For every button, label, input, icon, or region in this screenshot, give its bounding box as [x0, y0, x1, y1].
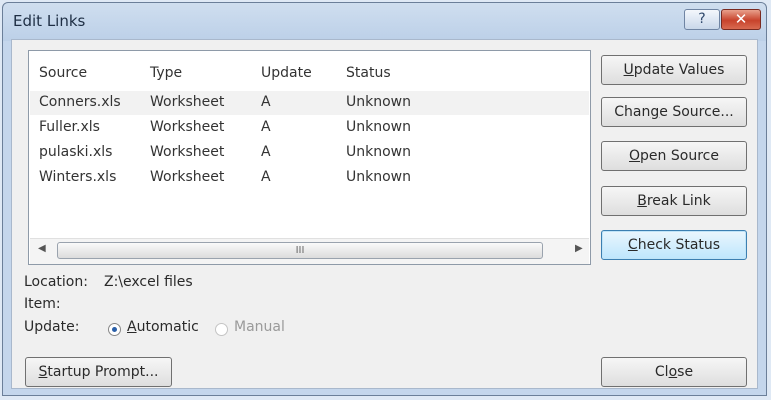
- row-update: A: [261, 119, 271, 135]
- update-values-button[interactable]: Update Values: [601, 55, 747, 85]
- row-status: Unknown: [346, 144, 411, 160]
- row-update: A: [261, 169, 271, 185]
- table-row[interactable]: Fuller.xls Worksheet A Unknown: [30, 116, 589, 140]
- horizontal-scrollbar[interactable]: ◀ III ▶: [30, 238, 589, 264]
- automatic-label[interactable]: Automatic: [127, 319, 199, 335]
- row-type: Worksheet: [150, 169, 225, 185]
- row-source: Conners.xls: [39, 94, 121, 110]
- row-type: Worksheet: [150, 119, 225, 135]
- help-button[interactable]: ?: [684, 9, 720, 30]
- startup-prompt-button[interactable]: Startup Prompt...: [25, 357, 172, 387]
- manual-label: Manual: [234, 319, 285, 335]
- row-update: A: [261, 94, 271, 110]
- item-label: Item:: [24, 296, 61, 312]
- column-header-source[interactable]: Source: [39, 65, 87, 81]
- dialog-body: Source Type Update Status Conners.xls Wo…: [11, 39, 758, 389]
- scroll-right-icon[interactable]: ▶: [575, 243, 583, 254]
- close-icon: ✕: [734, 10, 748, 28]
- table-row[interactable]: Conners.xls Worksheet A Unknown: [30, 91, 589, 115]
- row-status: Unknown: [346, 94, 411, 110]
- scrollbar-thumb[interactable]: III: [57, 242, 543, 259]
- column-header-update[interactable]: Update: [261, 65, 312, 81]
- change-source-button[interactable]: Change Source...: [601, 97, 747, 127]
- location-label: Location:: [24, 274, 88, 290]
- table-row[interactable]: Winters.xls Worksheet A Unknown: [30, 166, 589, 190]
- update-label: Update:: [24, 319, 80, 335]
- row-update: A: [261, 144, 271, 160]
- edit-links-dialog: Edit Links ? ✕ Source Type Update Status…: [2, 2, 767, 396]
- grip-icon: III: [295, 245, 305, 256]
- row-source: Fuller.xls: [39, 119, 100, 135]
- dialog-title: Edit Links: [13, 12, 86, 30]
- automatic-radio[interactable]: [108, 323, 121, 336]
- break-link-button[interactable]: Break Link: [601, 186, 747, 216]
- row-status: Unknown: [346, 119, 411, 135]
- scroll-left-icon[interactable]: ◀: [38, 243, 46, 254]
- row-type: Worksheet: [150, 94, 225, 110]
- row-source: pulaski.xls: [39, 144, 113, 160]
- close-button[interactable]: Close: [601, 357, 747, 387]
- location-value: Z:\excel files: [104, 274, 193, 290]
- manual-radio[interactable]: [215, 323, 228, 336]
- links-list[interactable]: Source Type Update Status Conners.xls Wo…: [28, 50, 591, 265]
- close-window-button[interactable]: ✕: [721, 9, 761, 30]
- column-header-type[interactable]: Type: [150, 65, 182, 81]
- help-icon: ?: [698, 11, 706, 27]
- table-row[interactable]: pulaski.xls Worksheet A Unknown: [30, 141, 589, 165]
- column-header-status[interactable]: Status: [346, 65, 391, 81]
- open-source-button[interactable]: Open Source: [601, 141, 747, 171]
- row-source: Winters.xls: [39, 169, 117, 185]
- row-status: Unknown: [346, 169, 411, 185]
- row-type: Worksheet: [150, 144, 225, 160]
- check-status-button[interactable]: Check Status: [601, 230, 747, 260]
